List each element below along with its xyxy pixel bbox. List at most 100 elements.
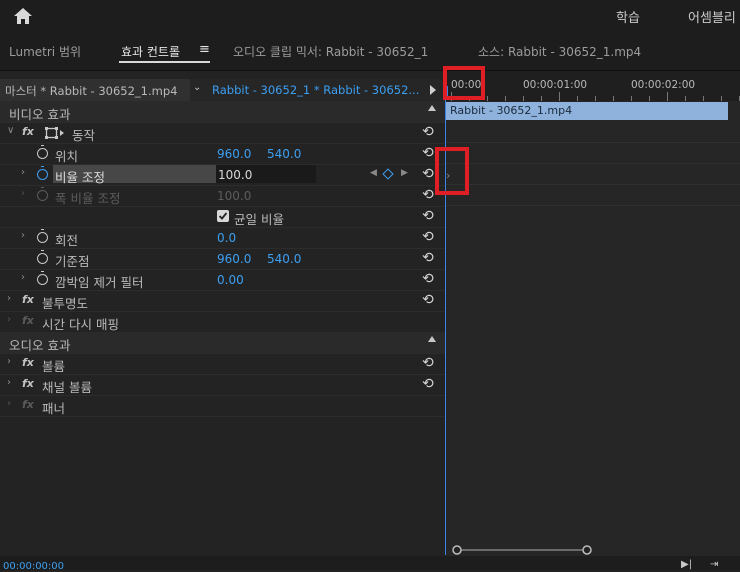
prev-keyframe-icon[interactable]: ◀ xyxy=(370,168,377,178)
tab-effect-controls[interactable]: 효과 컨트롤 xyxy=(121,43,180,60)
video-effects-header[interactable]: 비디오 효과 xyxy=(0,101,445,123)
reset-icon[interactable]: ⟲ xyxy=(422,166,434,182)
chevron-right-icon[interactable]: › xyxy=(21,188,25,199)
anchor-x-value[interactable]: 960.0 xyxy=(217,252,251,266)
stopwatch-icon[interactable] xyxy=(37,187,48,201)
master-clip-label: 마스터 * Rabbit - 30652_1.mp4 xyxy=(5,84,178,98)
next-keyframe-icon[interactable]: ▶ xyxy=(401,168,408,178)
reset-icon[interactable]: ⟲ xyxy=(422,292,434,308)
checkbox-icon[interactable] xyxy=(217,210,229,222)
tab-audio-clip-mixer[interactable]: 오디오 클립 믹서: Rabbit - 30652_1 xyxy=(233,43,428,60)
ruler-tick xyxy=(559,92,560,101)
scale-value[interactable]: 100.0 xyxy=(218,168,252,182)
transform-icon[interactable] xyxy=(45,127,67,139)
timeline-clip[interactable]: Rabbit - 30652_1.mp4 xyxy=(446,102,728,120)
property-row-rotation[interactable]: › 회전 0.0 ⟲ xyxy=(0,227,445,249)
ruler-tick xyxy=(667,92,668,101)
chevron-right-icon[interactable]: › xyxy=(21,167,25,178)
chevron-right-icon[interactable]: › xyxy=(7,377,11,388)
sequence-clip-link[interactable]: Rabbit - 30652_1 * Rabbit - 30652... xyxy=(212,83,419,97)
export-frame-icon[interactable]: ⇥ xyxy=(710,559,718,570)
property-row-scale[interactable]: › 비율 조정 100.0 ◀ ▶ ⟲ xyxy=(0,164,445,186)
anchor-y-value[interactable]: 540.0 xyxy=(267,252,301,266)
stopwatch-icon[interactable] xyxy=(37,145,48,159)
fx-badge[interactable]: fx xyxy=(22,356,34,369)
reset-icon[interactable]: ⟲ xyxy=(422,376,434,392)
nav-assembly[interactable]: 어셈블리 xyxy=(688,7,736,26)
effect-row-panner[interactable]: › fx 패너 xyxy=(0,395,445,417)
chevron-right-icon[interactable]: › xyxy=(7,314,11,325)
property-label: 깜박임 제거 필터 xyxy=(55,275,144,290)
panel-menu-icon[interactable]: ≡ xyxy=(199,42,210,57)
reset-icon[interactable]: ⟲ xyxy=(422,250,434,266)
rotation-value[interactable]: 0.0 xyxy=(217,231,236,245)
chevron-right-icon[interactable]: › xyxy=(21,230,25,241)
chevron-right-icon[interactable]: › xyxy=(7,356,11,367)
reset-icon[interactable]: ⟲ xyxy=(422,355,434,371)
play-only-audio-icon[interactable]: ▶| xyxy=(681,559,692,570)
highlight-box-time-start xyxy=(443,66,485,100)
property-row-anti-flicker[interactable]: › 깜박임 제거 필터 0.00 ⟲ xyxy=(0,269,445,291)
chevron-right-icon[interactable]: › xyxy=(7,293,11,304)
ruler-label-1s: 00:00:01:00 xyxy=(523,79,588,91)
reset-icon[interactable]: ⟲ xyxy=(422,124,434,140)
stopwatch-icon[interactable] xyxy=(37,271,48,285)
property-row-scale-width[interactable]: › 폭 비율 조정 100.0 ⟲ xyxy=(0,185,445,207)
timecode-display[interactable]: 00:00:00:00 xyxy=(3,561,64,572)
stopwatch-icon[interactable] xyxy=(37,250,48,264)
add-keyframe-icon[interactable] xyxy=(382,168,394,180)
volume-label: 볼륨 xyxy=(42,359,66,374)
property-label: 폭 비율 조정 xyxy=(55,191,121,206)
collapse-up-icon[interactable] xyxy=(428,336,436,342)
reset-icon[interactable]: ⟲ xyxy=(422,271,434,287)
position-y-value[interactable]: 540.0 xyxy=(267,147,301,161)
audio-effects-header[interactable]: 오디오 효과 xyxy=(0,332,445,354)
nav-learn[interactable]: 학습 xyxy=(616,7,640,26)
fx-badge[interactable]: fx xyxy=(22,314,34,327)
reset-icon[interactable]: ⟲ xyxy=(422,229,434,245)
timeline-zoom-scrollbar[interactable] xyxy=(452,545,592,555)
effect-row-channel-volume[interactable]: › fx 채널 볼륨 ⟲ xyxy=(0,374,445,396)
effect-timeline-area[interactable] xyxy=(445,101,740,556)
property-label: 균일 비율 xyxy=(234,212,284,227)
position-x-value[interactable]: 960.0 xyxy=(217,147,251,161)
chevron-down-icon[interactable]: ∨ xyxy=(7,125,14,136)
anti-flicker-value[interactable]: 0.00 xyxy=(217,273,244,287)
property-row-position[interactable]: 위치 960.0 540.0 ⟲ xyxy=(0,143,445,165)
home-icon[interactable] xyxy=(12,6,34,26)
divider xyxy=(445,205,740,206)
effect-row-motion[interactable]: ∨ fx 동작 ⟲ xyxy=(0,122,445,144)
effect-row-volume[interactable]: › fx 볼륨 ⟲ xyxy=(0,353,445,375)
effect-row-opacity[interactable]: › fx 불투명도 ⟲ xyxy=(0,290,445,312)
fx-badge[interactable]: fx xyxy=(22,125,34,138)
stopwatch-icon[interactable] xyxy=(37,229,48,243)
motion-label: 동작 xyxy=(72,128,96,143)
collapse-up-icon[interactable] xyxy=(428,105,436,111)
fx-badge[interactable]: fx xyxy=(22,398,34,411)
tab-lumetri-scopes[interactable]: Lumetri 범위 xyxy=(9,43,81,60)
property-row-anchor[interactable]: 기준점 960.0 540.0 ⟲ xyxy=(0,248,445,270)
property-row-uniform-scale[interactable]: 균일 비율 ⟲ xyxy=(0,206,445,228)
reset-icon[interactable]: ⟲ xyxy=(422,145,434,161)
play-arrow-icon[interactable] xyxy=(430,85,436,95)
reset-icon[interactable]: ⟲ xyxy=(422,187,434,203)
tab-source[interactable]: 소스: Rabbit - 30652_1.mp4 xyxy=(478,43,641,60)
property-label: 비율 조정 xyxy=(55,170,105,185)
fx-badge[interactable]: fx xyxy=(22,377,34,390)
fx-badge[interactable]: fx xyxy=(22,293,34,306)
reset-icon[interactable]: ⟲ xyxy=(422,208,434,224)
master-clip-selector[interactable]: 마스터 * Rabbit - 30652_1.mp4 xyxy=(0,79,190,101)
chevron-right-icon[interactable]: › xyxy=(7,398,11,409)
property-label: 위치 xyxy=(55,149,79,164)
chevron-down-icon[interactable]: ⌄ xyxy=(193,82,201,93)
clip-name: Rabbit - 30652_1.mp4 xyxy=(450,104,573,117)
chevron-right-icon[interactable]: › xyxy=(21,272,25,283)
effect-row-time-remap[interactable]: › fx 시간 다시 매핑 xyxy=(0,311,445,333)
divider xyxy=(445,184,740,185)
property-label: 기준점 xyxy=(55,254,90,269)
channel-volume-label: 채널 볼륨 xyxy=(42,380,92,395)
video-effects-label: 비디오 효과 xyxy=(9,107,71,122)
scale-width-value: 100.0 xyxy=(217,189,252,203)
stopwatch-icon[interactable] xyxy=(37,166,48,180)
divider xyxy=(445,163,740,164)
